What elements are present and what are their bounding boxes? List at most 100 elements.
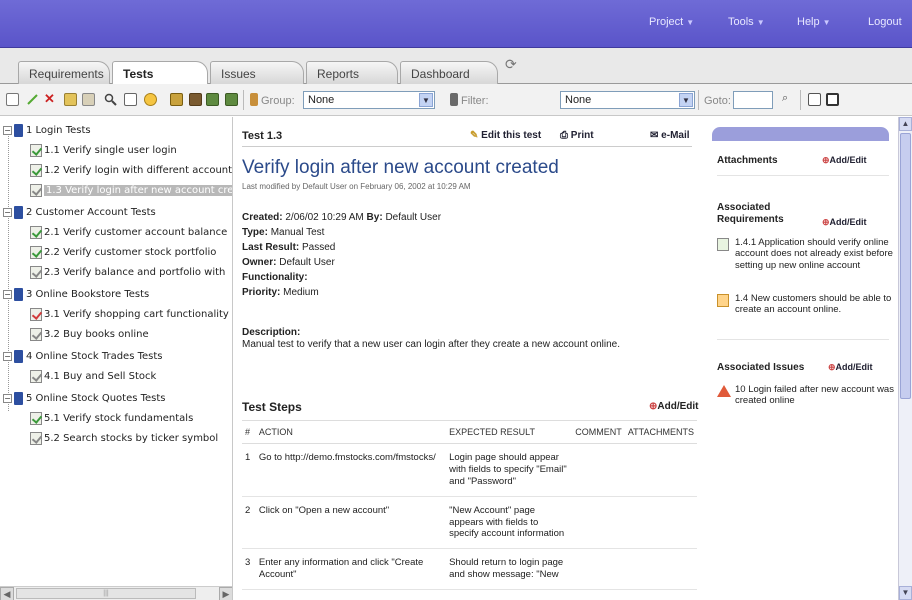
tree-item-5-1[interactable]: 5.1 Verify stock fundamentals bbox=[30, 408, 193, 428]
collapse-icon[interactable]: − bbox=[3, 207, 12, 217]
top-navigation-bar: Project ▼ Tools ▼ Help ▼ Logout bbox=[0, 0, 912, 48]
collapse-icon[interactable]: − bbox=[3, 351, 12, 361]
tab-dashboard[interactable]: Dashboard bbox=[400, 61, 498, 84]
tree-connector bbox=[8, 131, 9, 411]
panel-view-icon[interactable] bbox=[826, 93, 839, 106]
collapse-icon[interactable]: − bbox=[3, 125, 12, 135]
tree-folder-label: 4 Online Stock Trades Tests bbox=[26, 350, 163, 362]
scroll-down-icon[interactable]: ▼ bbox=[899, 586, 912, 600]
folder-icon bbox=[14, 349, 23, 363]
clock-icon[interactable] bbox=[144, 93, 157, 106]
collapse-icon[interactable]: − bbox=[3, 393, 12, 403]
column-header: EXPECTED RESULT bbox=[446, 420, 573, 444]
scroll-left-icon[interactable]: ◀ bbox=[0, 587, 14, 600]
tree-folder-4[interactable]: − 4 Online Stock Trades Tests bbox=[3, 346, 163, 366]
copy-icon[interactable] bbox=[64, 93, 77, 106]
chevron-down-icon: ▼ bbox=[679, 93, 693, 107]
goto-input[interactable] bbox=[733, 91, 773, 109]
search-icon[interactable] bbox=[104, 93, 117, 106]
nav-help-label: Help bbox=[797, 16, 820, 28]
nav-tools-menu[interactable]: Tools ▼ bbox=[728, 16, 765, 28]
tree-item-2-1[interactable]: 2.1 Verify customer account balance bbox=[30, 222, 227, 242]
nav-project-menu[interactable]: Project ▼ bbox=[649, 16, 694, 28]
attachments-add-edit-link[interactable]: ⊕Add/Edit bbox=[822, 155, 867, 166]
tree-item-3-2[interactable]: 3.2 Buy books online bbox=[30, 324, 149, 344]
step-number: 1 bbox=[242, 443, 256, 497]
tree-item-4-1[interactable]: 4.1 Buy and Sell Stock bbox=[30, 366, 156, 386]
tree-item-2-2[interactable]: 2.2 Verify customer stock portfolio bbox=[30, 242, 216, 262]
logout-link[interactable]: Logout bbox=[868, 16, 902, 28]
edit-test-link[interactable]: ✎ Edit this test bbox=[470, 130, 541, 141]
requirement-item[interactable]: 1.4 New customers should be able to crea… bbox=[717, 293, 895, 316]
folder-icon bbox=[14, 123, 23, 137]
functionality-label: Functionality: bbox=[242, 272, 308, 283]
test-not-run-icon bbox=[30, 265, 42, 279]
pencil-icon: ✎ bbox=[470, 130, 479, 141]
edit-test-label: Edit this test bbox=[481, 130, 542, 141]
tree-item-1-2[interactable]: 1.2 Verify login with different account bbox=[30, 160, 232, 180]
filter-select[interactable]: None ▼ bbox=[560, 91, 695, 109]
tree-item-5-2[interactable]: 5.2 Search stocks by ticker symbol bbox=[30, 428, 218, 448]
owner-label: Owner: bbox=[242, 257, 277, 268]
requirement-text: 1.4 New customers should be able to crea… bbox=[735, 293, 892, 316]
tree-folder-1[interactable]: − 1 Login Tests bbox=[3, 120, 91, 140]
test-passed-icon bbox=[30, 411, 42, 425]
tree-item-label: 5.2 Search stocks by ticker symbol bbox=[44, 432, 219, 444]
tree-item-label: 2.1 Verify customer account balance bbox=[44, 226, 228, 238]
tab-reports[interactable]: Reports bbox=[306, 61, 398, 84]
tab-tests[interactable]: Tests bbox=[112, 61, 208, 85]
issues-add-edit-link[interactable]: ⊕Add/Edit bbox=[828, 362, 873, 373]
table-row[interactable]: 3 Enter any information and click "Creat… bbox=[242, 548, 697, 590]
issue-item[interactable]: 10 Login failed after new account was cr… bbox=[717, 384, 895, 407]
table-row[interactable]: 2 Click on "Open a new account" "New Acc… bbox=[242, 496, 697, 550]
tree-horizontal-scrollbar[interactable]: ◀ ||| ▶ bbox=[0, 586, 232, 600]
collapse-icon[interactable]: − bbox=[3, 289, 12, 299]
tree-item-2-3[interactable]: 2.3 Verify balance and portfolio with bbox=[30, 262, 225, 282]
edit-icon[interactable] bbox=[26, 93, 39, 106]
main-vertical-scrollbar[interactable]: ▲ ▼ bbox=[898, 117, 912, 600]
tree-folder-3[interactable]: − 3 Online Bookstore Tests bbox=[3, 284, 149, 304]
tree-view-icon[interactable] bbox=[808, 93, 821, 106]
tree-folder-5[interactable]: − 5 Online Stock Quotes Tests bbox=[3, 388, 166, 408]
group-icon bbox=[250, 93, 258, 106]
scroll-thumb[interactable]: ||| bbox=[16, 588, 196, 599]
lock-icon[interactable] bbox=[170, 93, 183, 106]
email-link[interactable]: ✉ e-Mail bbox=[650, 130, 690, 141]
tree-item-3-1[interactable]: 3.1 Verify shopping cart functionality bbox=[30, 304, 229, 324]
move-left-alt-icon[interactable] bbox=[225, 93, 238, 106]
test-tree-panel: − 1 Login Tests 1.1 Verify single user lo… bbox=[0, 117, 233, 600]
filter-funnel-icon[interactable] bbox=[189, 93, 202, 106]
requirements-add-edit-link[interactable]: ⊕Add/Edit bbox=[822, 217, 867, 228]
tab-requirements[interactable]: Requirements bbox=[18, 61, 110, 84]
refresh-icon[interactable]: ⟳ bbox=[505, 56, 517, 73]
last-result-value: Passed bbox=[302, 242, 336, 253]
test-id: Test 1.3 bbox=[242, 130, 283, 142]
tree-item-1-3[interactable]: 1.3 Verify login after new account cre bbox=[30, 180, 232, 200]
test-not-run-icon bbox=[30, 431, 42, 445]
toolbar: ✕ Group: None ▼ Filter: None ▼ Goto: ⌕ bbox=[0, 84, 912, 116]
delete-icon[interactable]: ✕ bbox=[44, 91, 57, 106]
requirement-item[interactable]: 1.4.1 Application should verify online a… bbox=[717, 237, 895, 271]
by-value: Default User bbox=[385, 212, 442, 223]
move-left-icon[interactable] bbox=[206, 93, 219, 106]
print-link[interactable]: ⎙ Print bbox=[560, 130, 594, 141]
document-icon[interactable] bbox=[124, 93, 137, 106]
steps-add-edit-link[interactable]: ⊕Add/Edit bbox=[649, 401, 699, 412]
nav-help-menu[interactable]: Help ▼ bbox=[797, 16, 831, 28]
scroll-right-icon[interactable]: ▶ bbox=[219, 587, 232, 600]
group-select[interactable]: None ▼ bbox=[303, 91, 435, 109]
folder-icon bbox=[14, 287, 23, 301]
table-row[interactable]: 1 Go to http://demo.fmstocks.com/fmstock… bbox=[242, 443, 697, 497]
tree-item-1-1[interactable]: 1.1 Verify single user login bbox=[30, 140, 177, 160]
tree-folder-2[interactable]: − 2 Customer Account Tests bbox=[3, 202, 156, 222]
paste-icon[interactable] bbox=[82, 93, 95, 106]
filter-icon bbox=[450, 93, 458, 106]
new-icon[interactable] bbox=[6, 93, 19, 106]
goto-button-icon[interactable]: ⌕ bbox=[782, 92, 795, 105]
scroll-thumb[interactable] bbox=[900, 133, 911, 399]
tab-issues[interactable]: Issues bbox=[210, 61, 304, 84]
scroll-up-icon[interactable]: ▲ bbox=[899, 117, 912, 131]
test-detail-panel: Test 1.3 ✎ Edit this test ⎙ Print ✉ e-Ma… bbox=[234, 117, 700, 600]
tree-item-label: 5.1 Verify stock fundamentals bbox=[44, 412, 194, 424]
nav-tools-label: Tools bbox=[728, 16, 754, 28]
